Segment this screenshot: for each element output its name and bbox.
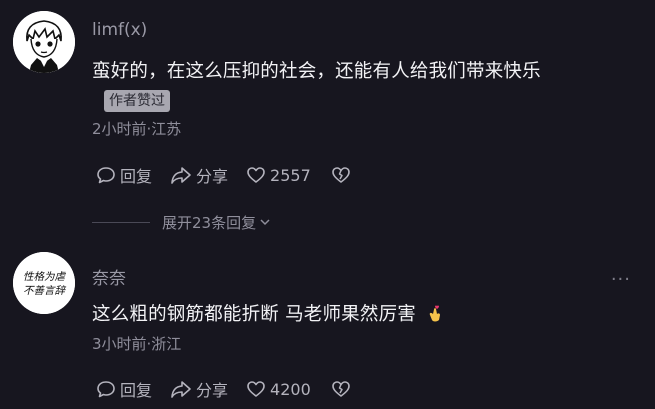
divider-line (92, 221, 150, 223)
reply-label: 回复 (120, 381, 153, 400)
dislike-button[interactable] (331, 165, 355, 185)
comment-meta: 3小时前·浙江 (92, 335, 182, 353)
reply-button[interactable]: 回复 (96, 377, 152, 401)
share-label: 分享 (196, 381, 229, 400)
share-button[interactable]: 分享 (170, 163, 228, 187)
avatar[interactable] (13, 11, 75, 73)
heart-icon (247, 381, 265, 397)
expand-replies-label: 展开23条回复 (162, 213, 257, 232)
like-button[interactable]: 2557 (246, 165, 311, 185)
share-icon (171, 167, 191, 184)
expand-replies-button[interactable]: 展开23条回复 (92, 211, 271, 233)
comment-text: 这么粗的钢筋都能折断 马老师果然厉害 (92, 300, 444, 326)
heart-icon (247, 167, 265, 183)
anime-boy-avatar-icon (13, 11, 75, 73)
calligraphy-avatar-icon: 性格为虐 不善言辞 (13, 252, 75, 314)
like-count: 2557 (270, 165, 311, 185)
comment-actions: 回复 分享 4200 (96, 377, 373, 401)
reply-button[interactable]: 回复 (96, 163, 152, 187)
share-button[interactable]: 分享 (170, 377, 228, 401)
broken-heart-icon (331, 167, 350, 183)
comment-text: 蛮好的，在这么压抑的社会，还能有人给我们带来快乐 (92, 61, 541, 82)
dislike-button[interactable] (331, 379, 355, 399)
chevron-down-icon (260, 219, 270, 226)
comment-meta: 2小时前·江苏 (92, 120, 182, 138)
more-options-icon[interactable]: ··· (611, 269, 631, 290)
comment-actions: 回复 分享 2557 (96, 163, 373, 187)
like-button[interactable]: 4200 (246, 379, 311, 399)
broken-heart-icon (331, 381, 350, 397)
share-icon (171, 381, 191, 398)
reply-icon (97, 381, 115, 398)
avatar[interactable]: 性格为虐 不善言辞 (13, 252, 75, 314)
reply-label: 回复 (120, 167, 153, 186)
avatar-text-line2: 不善言辞 (23, 285, 66, 297)
like-count: 4200 (270, 379, 311, 399)
comment-text-content: 这么粗的钢筋都能折断 马老师果然厉害 (92, 304, 416, 325)
finger-heart-emoji-icon (429, 305, 441, 322)
avatar-text-line1: 性格为虐 (23, 271, 66, 283)
author-liked-badge: 作者赞过 (104, 90, 170, 112)
username[interactable]: 奈奈 (92, 264, 126, 289)
username[interactable]: limf(x) (92, 20, 147, 40)
reply-icon (97, 167, 115, 184)
share-label: 分享 (196, 167, 229, 186)
